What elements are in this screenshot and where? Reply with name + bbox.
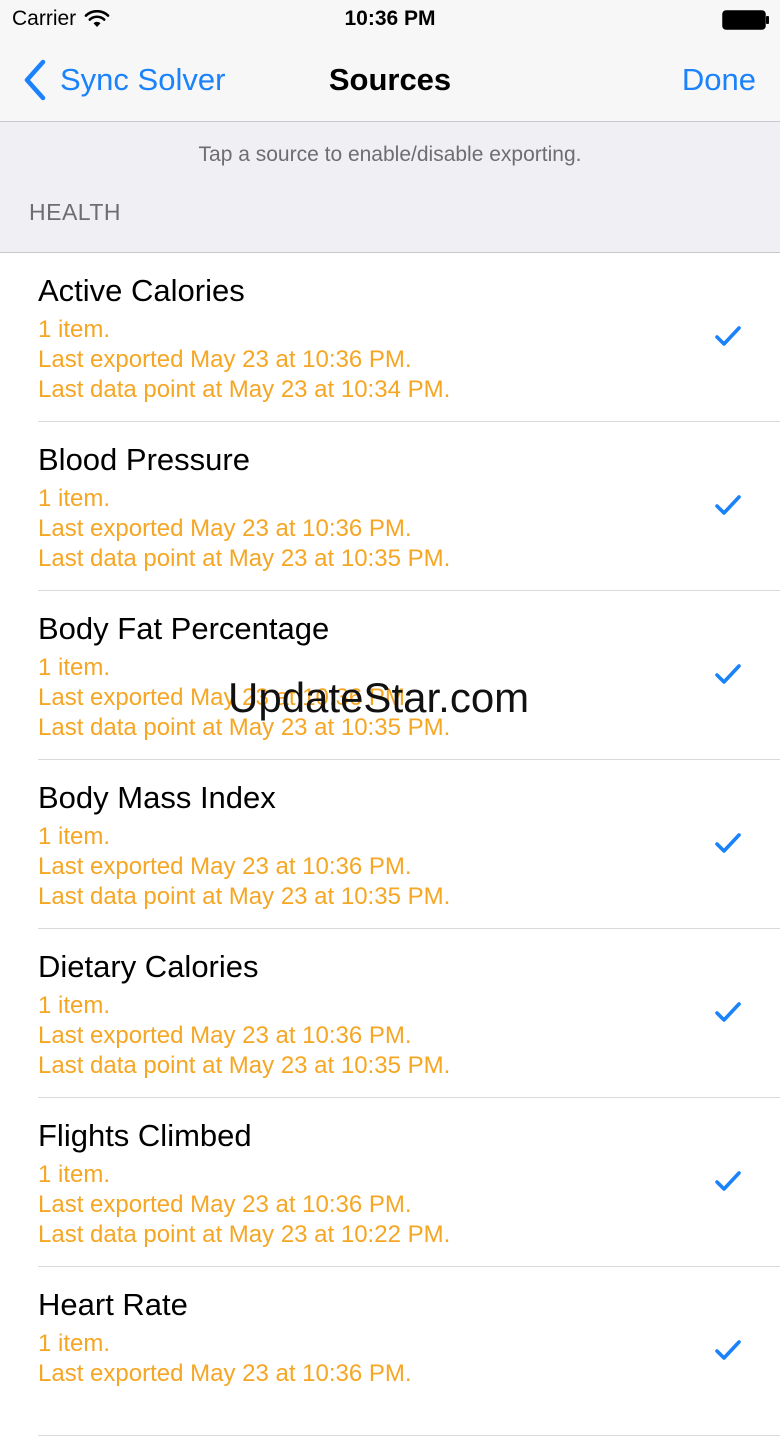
status-bar: Carrier 10:36 PM [0, 0, 780, 40]
item-count: 1 item. [38, 1161, 111, 1188]
instruction-text: Tap a source to enable/disable exporting… [198, 143, 582, 166]
last-exported: Last exported May 23 at 10:36 PM. [38, 1022, 412, 1049]
section-title-health: HEALTH [29, 199, 122, 225]
last-data-point: Last data point at May 23 at 10:34 PM. [38, 376, 451, 403]
last-data-point: Last data point at May 23 at 10:35 PM. [38, 545, 451, 572]
source-row-flights-climbed[interactable]: Flights Climbed 1 item. Last exported Ma… [0, 1098, 780, 1267]
last-exported: Last exported May 23 at 10:36 PM. [38, 684, 412, 711]
checkmark-icon [715, 664, 741, 684]
source-row-blood-pressure[interactable]: Blood Pressure 1 item. Last exported May… [0, 422, 780, 591]
last-data-point: Last data point at May 23 at 10:22 PM. [38, 1221, 451, 1248]
status-time: 10:36 PM [344, 7, 436, 30]
last-data-point: Last data point at May 23 at 10:35 PM. [38, 1052, 451, 1079]
battery-icon [722, 10, 769, 30]
source-name: Flights Climbed [38, 1118, 252, 1153]
source-row-active-calories[interactable]: Active Calories 1 item. Last exported Ma… [0, 253, 780, 422]
top-bars: Carrier 10:36 PM Sync Solver Sources Don… [0, 0, 780, 122]
source-row-body-mass-index[interactable]: Body Mass Index 1 item. Last exported Ma… [0, 760, 780, 929]
last-data-point: Last data point at May 23 at 10:35 PM. [38, 883, 451, 910]
source-name: Active Calories [38, 273, 245, 308]
last-exported: Last exported May 23 at 10:36 PM. [38, 346, 412, 373]
source-row-dietary-calories[interactable]: Dietary Calories 1 item. Last exported M… [0, 929, 780, 1098]
item-count: 1 item. [38, 823, 111, 850]
checkmark-icon [715, 1171, 741, 1191]
checkmark-icon [715, 833, 741, 853]
source-list: Active Calories 1 item. Last exported Ma… [0, 253, 780, 1436]
checkmark-icon [715, 1002, 741, 1022]
source-name: Body Fat Percentage [38, 611, 330, 646]
checkmark-icon [715, 1340, 741, 1360]
last-exported: Last exported May 23 at 10:36 PM. [38, 1360, 412, 1387]
section-header: Tap a source to enable/disable exporting… [0, 122, 780, 253]
source-row-body-fat-percentage[interactable]: Body Fat Percentage 1 item. Last exporte… [0, 591, 780, 760]
last-exported: Last exported May 23 at 10:36 PM. [38, 853, 412, 880]
checkmark-icon [715, 495, 741, 515]
last-exported: Last exported May 23 at 10:36 PM. [38, 515, 412, 542]
item-count: 1 item. [38, 992, 111, 1019]
item-count: 1 item. [38, 654, 111, 681]
source-name: Dietary Calories [38, 949, 259, 984]
item-count: 1 item. [38, 485, 111, 512]
navigation-bar: Sync Solver Sources Done [0, 40, 780, 121]
done-button[interactable]: Done [682, 62, 756, 98]
page-title: Sources [328, 62, 452, 97]
item-count: 1 item. [38, 1330, 111, 1357]
source-name: Blood Pressure [38, 442, 250, 477]
last-data-point: Last data point at May 23 at 10:35 PM. [38, 714, 451, 741]
source-row-heart-rate[interactable]: Heart Rate 1 item. Last exported May 23 … [0, 1267, 780, 1436]
source-name: Heart Rate [38, 1287, 188, 1322]
item-count: 1 item. [38, 316, 111, 343]
last-exported: Last exported May 23 at 10:36 PM. [38, 1191, 412, 1218]
source-name: Body Mass Index [38, 780, 276, 815]
checkmark-icon [715, 326, 741, 346]
